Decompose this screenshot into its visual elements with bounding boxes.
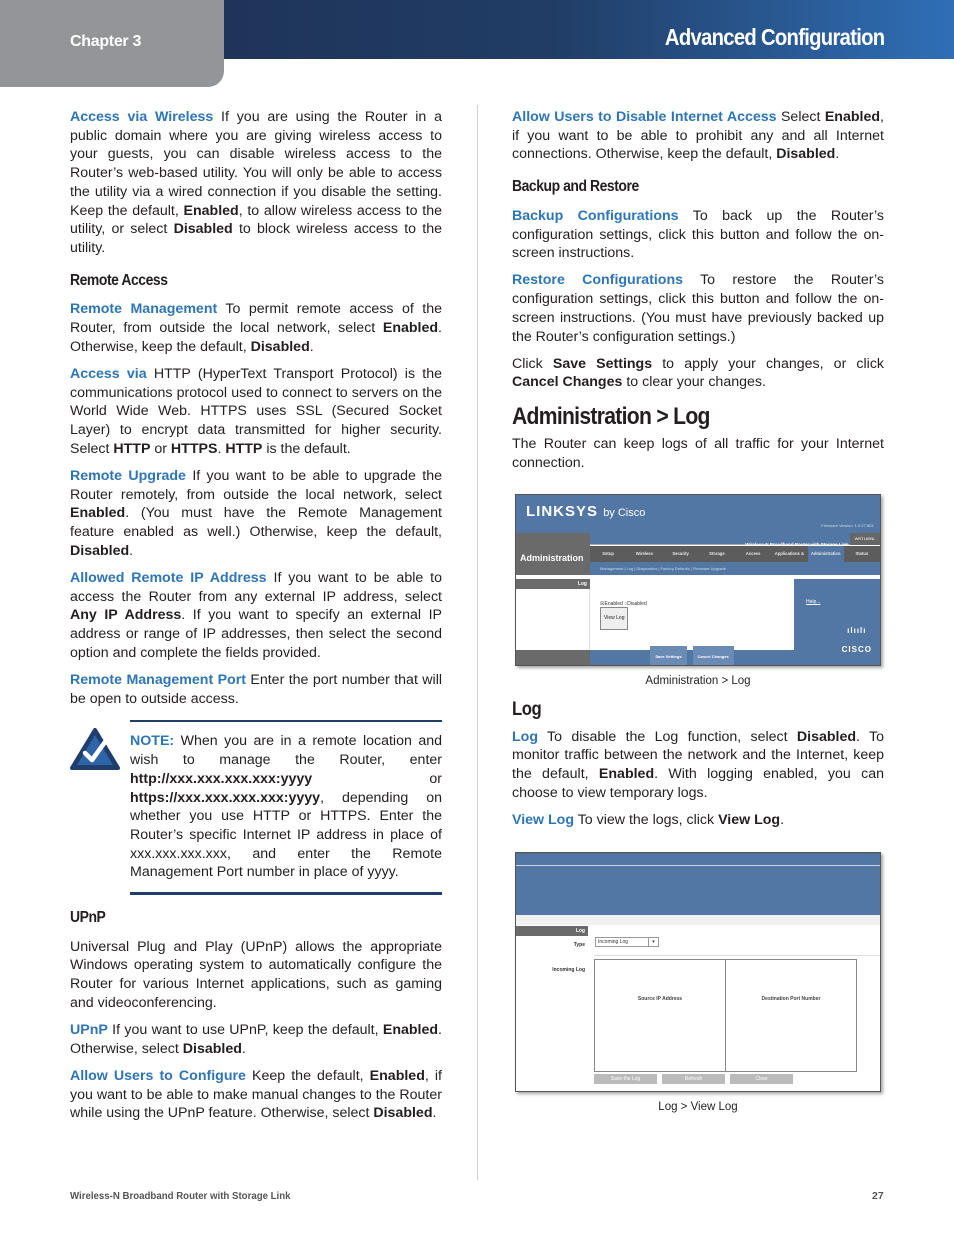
heading-log: Log [512, 698, 542, 720]
paragraph-upnp-intro: Universal Plug and Play (UPnP) allows th… [70, 938, 442, 1011]
chevron-down-icon: ▾ [648, 937, 658, 946]
linksys-logo: LINKSYS by Cisco [526, 503, 646, 521]
screenshot-view-log: Log Type Incoming Log ▾ Incoming Log Sour… [515, 851, 881, 1092]
heading-backup-restore: Backup and Restore [512, 178, 639, 196]
screenshot-administration-log: LINKSYS by Cisco Firmware Version: 1.0.0… [515, 494, 881, 667]
page-number: 27 [872, 1190, 884, 1202]
paragraph-restore: Restore Configurations To restore the Ro… [512, 272, 884, 345]
page-title: Advanced Configuration [664, 24, 884, 50]
paragraph-allowed-remote-ip: Allowed Remote IP Address If you want to… [70, 569, 443, 661]
heading-remote-access: Remote Access [70, 271, 168, 289]
paragraph-allow-users-configure: Allow Users to Configure Keep the defaul… [70, 1067, 442, 1122]
paragraph-upnp: UPnP If you want to use UPnP, keep the d… [70, 1022, 442, 1057]
log-type-select: Incoming Log ▾ [595, 936, 659, 947]
footer-product: Wireless-N Broadband Router with Storage… [70, 1190, 291, 1202]
column-divider [477, 105, 478, 1180]
paragraph-log: Log To disable the Log function, select … [512, 728, 884, 801]
paragraph-backup: Backup Configurations To back up the Rou… [512, 207, 884, 262]
router-nav-tabs: Setup Wireless Security Storage Access R… [590, 546, 880, 572]
paragraph-save-cancel: Click Save Settings to apply your change… [512, 355, 885, 391]
section-heading-administration-log: Administration > Log [512, 403, 710, 431]
chapter-label: Chapter 3 [70, 33, 142, 50]
figure-caption: Log > View Log [658, 1100, 738, 1113]
paragraph-view-log: View Log To view the logs, click View Lo… [512, 811, 785, 828]
right-column: Allow Users to Disable Internet Access S… [512, 108, 884, 1126]
paragraph-remote-management-port: Remote Management Port Enter the port nu… [70, 671, 443, 707]
incoming-log-table: Source IP Address Destination Port Numbe… [594, 958, 857, 1072]
note-box: NOTE: When you are in a remote location … [70, 720, 442, 896]
left-column: Access via Wireless If you are using the… [70, 108, 442, 1132]
paragraph-access-via-wireless: Access via Wireless If you are using the… [70, 109, 443, 256]
figure-caption: Administration > Log [645, 675, 751, 688]
checkmark-note-icon [70, 728, 120, 771]
paragraph-section-intro: The Router can keep logs of all traffic … [512, 435, 884, 471]
paragraph-remote-upgrade: Remote Upgrade If you want to be able to… [70, 467, 442, 559]
paragraph-allow-disable-internet: Allow Users to Disable Internet Access S… [512, 109, 884, 163]
cisco-logo: ılıılı CISCO [841, 625, 872, 654]
paragraph-access-via: Access via HTTP (HyperText Transport Pro… [70, 365, 442, 457]
paragraph-remote-management: Remote Management To permit remote acces… [70, 301, 442, 355]
heading-upnp: UPnP [70, 909, 106, 927]
